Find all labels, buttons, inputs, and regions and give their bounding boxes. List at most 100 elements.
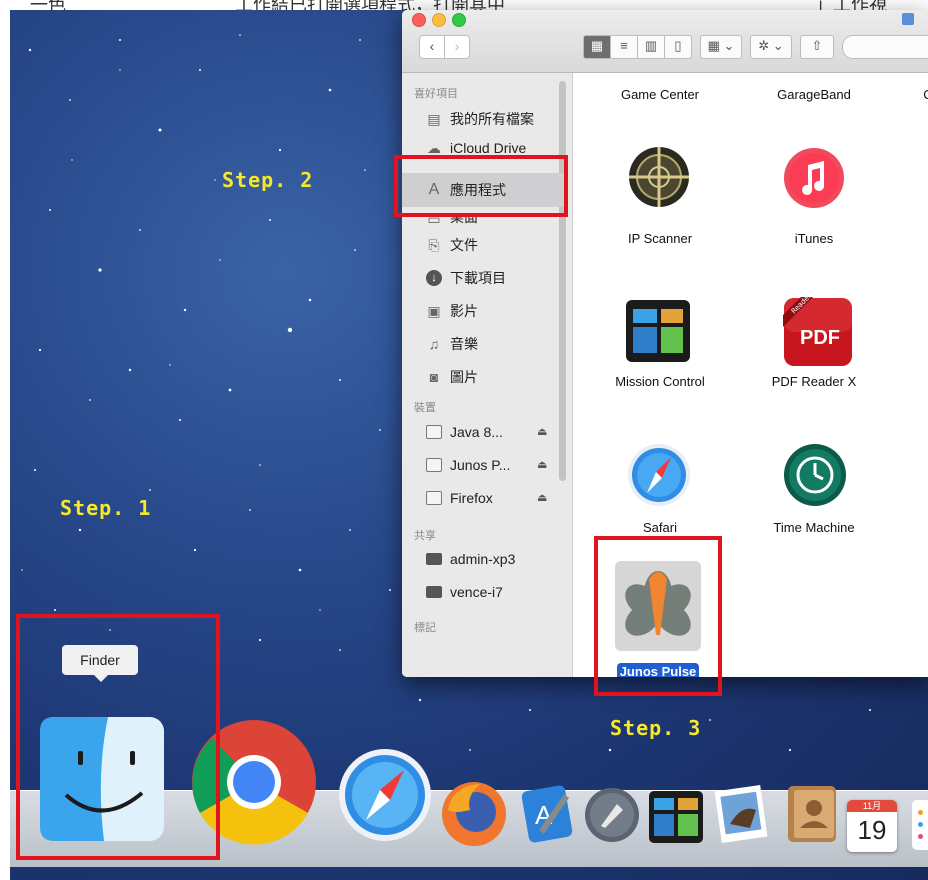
app-label-clipped[interactable]: C [863,87,928,102]
app-label: iTunes [794,231,834,246]
app-label-game-center[interactable]: Game Center [595,87,725,102]
sidebar-item-all-files[interactable]: ▤ 我的所有檔案 [426,107,534,131]
step-1-label: Step. 1 [60,496,152,520]
arrange-icon: ▦ ⌄ [707,38,735,53]
pdf-reader-icon: Reader PDF [783,297,852,366]
sidebar-item-device[interactable]: Firefox [426,486,493,510]
drive-icon [426,458,442,472]
action-button[interactable]: ✲ ⌄ [750,35,792,59]
sidebar-item-label: iCloud Drive [450,140,527,154]
app-label: Time Machine [773,520,855,535]
app-label: Mission Control [615,374,705,389]
share-icon: ⇧ [811,38,823,53]
arrange-button[interactable]: ▦ ⌄ [700,35,742,59]
columns-icon: ▥ [644,38,658,53]
preview-icon[interactable] [714,784,770,844]
list-icon: ≡ [620,38,628,53]
sidebar-item-shared[interactable]: admin-xp3 [426,547,515,571]
eject-icon[interactable]: ⏏ [537,458,547,471]
step-2-label: Step. 2 [222,168,314,192]
monitor-icon [426,586,442,598]
movies-icon: ▣ [427,303,441,319]
pictures-icon: ◙ [429,369,439,385]
gear-icon: ✲ ⌄ [758,38,784,53]
sidebar-item-label: Java 8... [450,424,503,440]
window-toolbar: ‹ › ▦ ≡ ▥ ▯ ▦ ⌄ ✲ ⌄ ⇧ [402,10,928,73]
sidebar-item-label: 音樂 [450,336,478,352]
sidebar-shared-header: 共享 [414,530,436,542]
app-label-garageband[interactable]: GarageBand [749,87,879,102]
music-icon: ♫ [428,336,440,352]
sidebar-devices-header: 裝置 [414,402,436,414]
sidebar-item-documents[interactable]: ⎘ 文件 [426,233,478,257]
sidebar-item-device[interactable]: Java 8... [426,420,503,444]
eject-icon[interactable]: ⏏ [537,491,547,504]
zoom-window-button[interactable] [452,13,466,27]
all-files-icon: ▤ [427,111,441,127]
sidebar-item-label: Junos P... [450,457,511,473]
eject-icon[interactable]: ⏏ [537,425,547,438]
ip-scanner-icon [629,147,689,207]
highlight-box-applications [394,155,568,217]
app-label: Safari [643,520,677,535]
app-label: IP Scanner [627,231,693,246]
app-label: PDF Reader X [771,374,857,389]
top-caption-strip: 一色 工作結已打開選項程式，打開其中 」工作視 [0,0,928,10]
drive-icon [426,491,442,505]
documents-icon: ⎘ [428,237,440,253]
share-button[interactable]: ⇧ [800,35,834,59]
sidebar-item-pictures[interactable]: ◙ 圖片 [426,365,478,389]
sidebar-favorites-header: 喜好項目 [414,88,458,100]
calendar-icon[interactable]: 11月 19 [847,800,897,852]
downloads-icon: ↓ [426,270,442,286]
calendar-month: 11月 [847,800,897,812]
sidebar-tags-header: 標記 [414,622,436,634]
app-title-icon [902,13,914,25]
chevron-right-icon: › [454,38,460,54]
safari-icon [628,444,690,506]
mission-control-icon [626,300,690,362]
forward-button[interactable]: › [444,35,470,59]
close-window-button[interactable] [412,13,426,27]
drive-icon [426,425,442,439]
coverflow-view-button[interactable]: ▯ [664,35,692,59]
sidebar-item-icloud[interactable]: ☁ iCloud Drive [426,140,526,154]
sidebar-item-downloads[interactable]: ↓ 下載項目 [426,266,506,290]
sidebar-item-label: 圖片 [450,369,478,385]
sidebar-scrollbar[interactable] [559,81,566,481]
xcode-icon[interactable]: A [515,782,579,846]
sidebar-item-device[interactable]: Junos P... [426,453,510,477]
minimize-window-button[interactable] [432,13,446,27]
chevron-left-icon: ‹ [429,38,435,54]
highlight-box-junos-pulse [594,536,722,696]
top-caption-middle: 工作結已打開選項程式，打開其中 [235,0,505,10]
mission-control-dock-icon[interactable] [648,790,704,844]
itunes-icon [784,148,844,208]
icon-view-button[interactable]: ▦ [583,35,611,59]
sidebar-item-label: Firefox [450,490,493,506]
contacts-icon[interactable] [784,784,840,844]
step-3-label: Step. 3 [610,716,702,740]
tags-search-field[interactable] [842,35,928,59]
launchpad-icon[interactable] [583,786,641,844]
sidebar-item-movies[interactable]: ▣ 影片 [426,299,478,323]
sidebar-item-shared[interactable]: vence-i7 [426,580,503,604]
list-view-button[interactable]: ≡ [610,35,638,59]
time-machine-icon [784,444,846,506]
icloud-icon: ☁ [427,140,441,154]
back-button[interactable]: ‹ [419,35,445,59]
firefox-icon[interactable] [440,780,508,848]
sidebar-item-label: 影片 [450,303,478,319]
calendar-day: 19 [857,815,887,845]
sidebar-item-label: 我的所有檔案 [450,111,534,127]
grid-icon: ▦ [590,38,604,53]
column-view-button[interactable]: ▥ [637,35,665,59]
pdf-badge-text: PDF [800,327,840,349]
sidebar-item-music[interactable]: ♫ 音樂 [426,332,478,356]
sidebar-item-label: 下載項目 [450,270,506,286]
reminders-icon[interactable] [912,800,928,850]
safari-icon[interactable] [338,748,432,842]
sidebar-item-label: admin-xp3 [450,551,516,567]
highlight-box-finder [16,614,220,860]
monitor-icon [426,553,442,565]
